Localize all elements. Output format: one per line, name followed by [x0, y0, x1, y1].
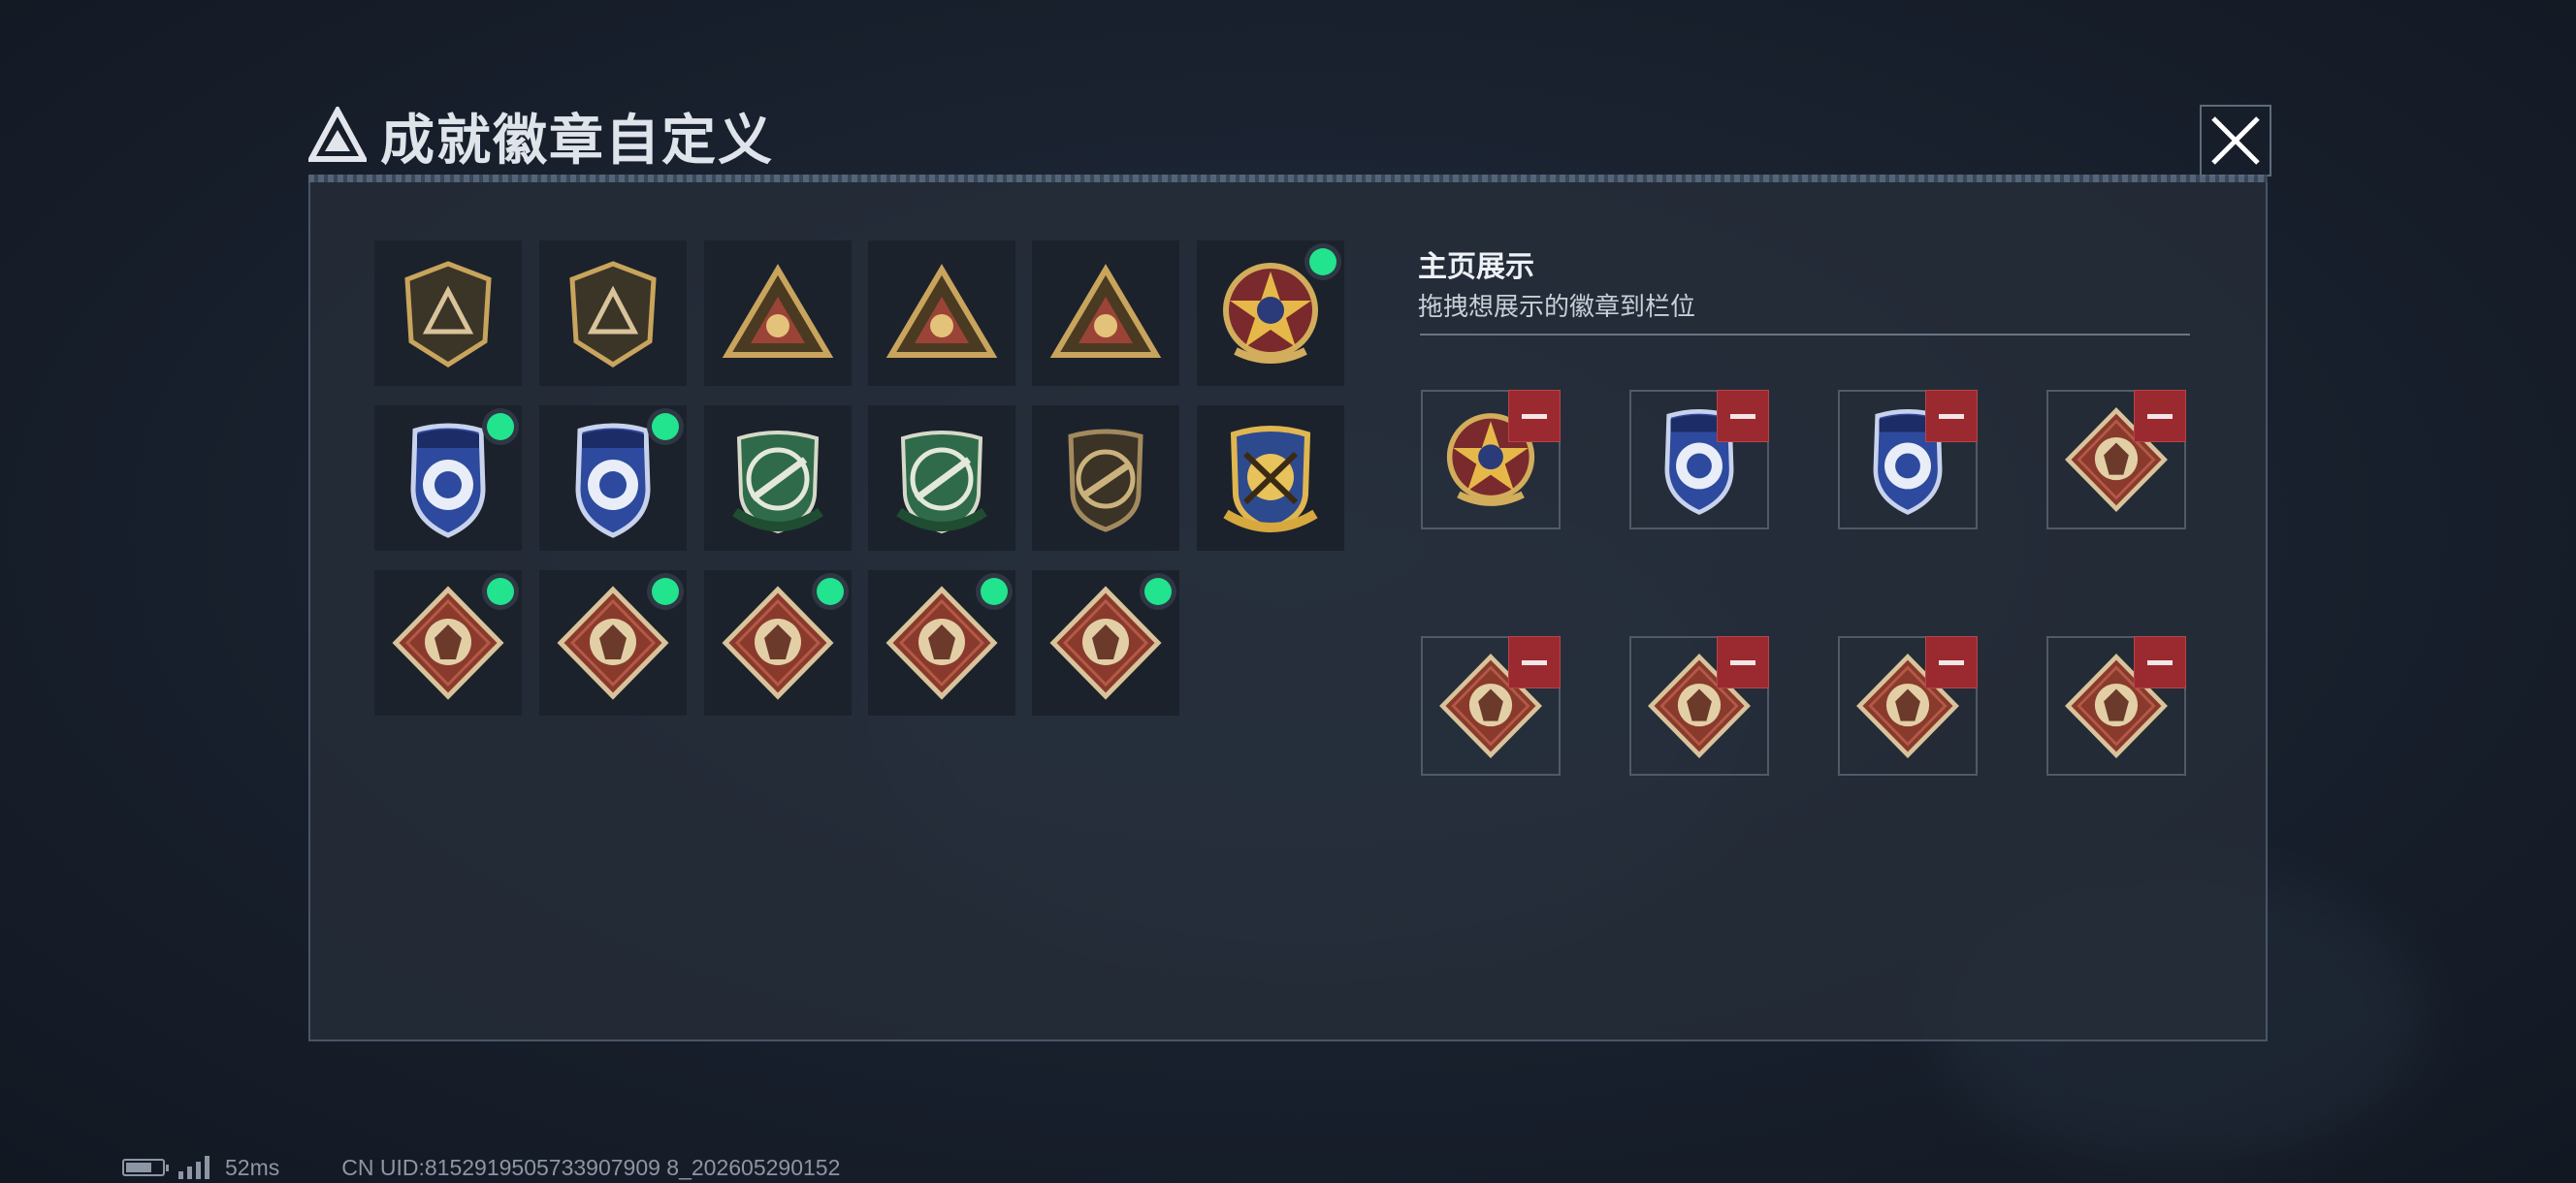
selected-indicator: [652, 413, 679, 440]
remove-badge-button[interactable]: [1717, 390, 1769, 442]
selected-indicator: [981, 578, 1008, 605]
gold-crossed-guns-badge[interactable]: [1197, 405, 1344, 551]
green-sniper-badge-icon: [732, 431, 823, 534]
remove-badge-button[interactable]: [1925, 390, 1978, 442]
runner-badge[interactable]: [704, 570, 852, 716]
selected-indicator: [1309, 248, 1336, 275]
helicopter-badge-icon: [569, 261, 657, 368]
showcase-slot[interactable]: [1629, 390, 1769, 529]
close-icon[interactable]: [2200, 105, 2271, 176]
wings-badge-icon: [722, 264, 834, 358]
showcase-heading: 主页展示: [1418, 251, 1534, 283]
rocket-badge[interactable]: [1032, 570, 1179, 716]
green-sniper-badge[interactable]: [704, 405, 852, 551]
ping-text: 52ms: [225, 1154, 280, 1180]
remove-badge-button[interactable]: [2134, 636, 2186, 688]
gold-crossed-guns-badge-icon: [1223, 426, 1318, 533]
header-divider: [308, 175, 2268, 182]
showcase-slot[interactable]: [1421, 636, 1561, 776]
page-title: 成就徽章自定义: [380, 109, 774, 171]
showcase-slot[interactable]: [2046, 390, 2186, 529]
remove-badge-button[interactable]: [2134, 390, 2186, 442]
number-one-badge[interactable]: [868, 240, 1015, 386]
remove-badge-button[interactable]: [1508, 636, 1561, 688]
selected-indicator: [817, 578, 844, 605]
selected-indicator: [1144, 578, 1172, 605]
selected-indicator: [487, 413, 514, 440]
showcase-slot[interactable]: [2046, 636, 2186, 776]
bronze-rifle-badge-icon: [1068, 429, 1143, 532]
blue-shield-eye-badge[interactable]: [374, 405, 522, 551]
battery-icon: [122, 1159, 169, 1176]
signal-icon: [178, 1156, 209, 1179]
wolf-badge[interactable]: [374, 570, 522, 716]
showcase-slot[interactable]: [1421, 390, 1561, 529]
showcase-slot[interactable]: [1838, 636, 1978, 776]
remove-badge-button[interactable]: [1925, 636, 1978, 688]
showcase-slot[interactable]: [1838, 390, 1978, 529]
number-one-badge-icon: [886, 264, 998, 358]
horse-badge[interactable]: [868, 570, 1015, 716]
skull-star-badge[interactable]: [1197, 240, 1344, 386]
dragon-badge[interactable]: [539, 570, 687, 716]
remove-badge-button[interactable]: [1508, 390, 1561, 442]
showcase-slot[interactable]: [1629, 636, 1769, 776]
delta-triangle-badge[interactable]: [374, 240, 522, 386]
soldiers-badge-icon: [1049, 264, 1162, 358]
blue-shield-gem-badge[interactable]: [539, 405, 687, 551]
status-bar: 52ms CN UID:8152919505733907909 8_202605…: [122, 1154, 841, 1180]
green-rifle-badge[interactable]: [868, 405, 1015, 551]
selected-indicator: [652, 578, 679, 605]
uid-text: CN UID:8152919505733907909 8_20260529015…: [341, 1154, 841, 1180]
soldiers-badge[interactable]: [1032, 240, 1179, 386]
green-rifle-badge-icon: [896, 431, 987, 534]
delta-triangle-badge-icon: [404, 261, 492, 368]
remove-badge-button[interactable]: [1717, 636, 1769, 688]
delta-logo-icon: [308, 107, 367, 162]
wings-badge[interactable]: [704, 240, 852, 386]
showcase-divider: [1420, 334, 2190, 336]
window-title-bar: 成就徽章自定义: [308, 97, 774, 175]
showcase-subtitle: 拖拽想展示的徽章到栏位: [1418, 292, 1696, 321]
helicopter-badge[interactable]: [539, 240, 687, 386]
bronze-rifle-badge[interactable]: [1032, 405, 1179, 551]
selected-indicator: [487, 578, 514, 605]
